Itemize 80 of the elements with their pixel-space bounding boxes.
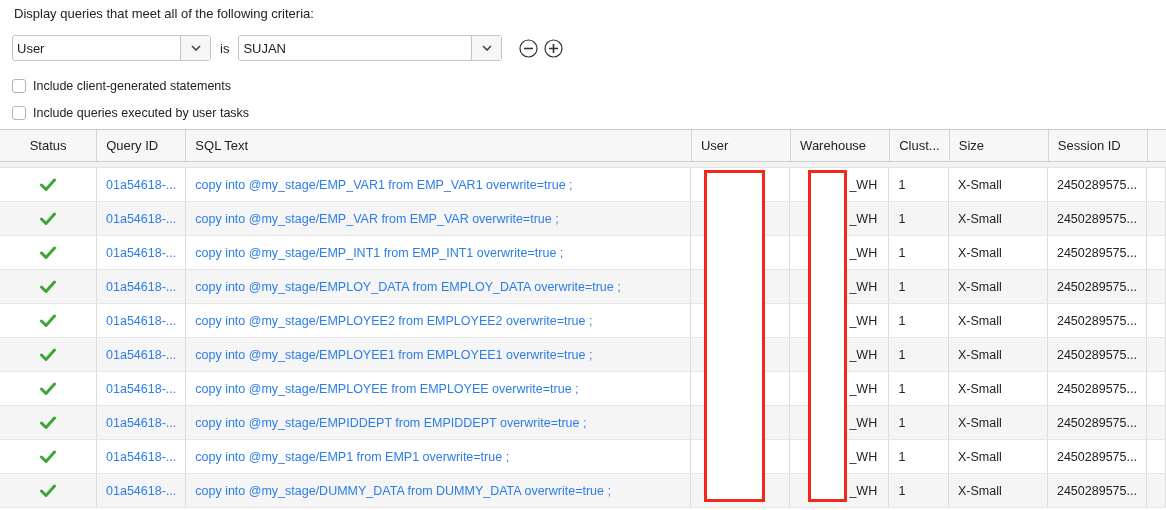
checkbox-label: Include queries executed by user tasks xyxy=(33,105,250,120)
query-id-link[interactable]: 01a54618-... xyxy=(106,381,177,396)
sql-text-link[interactable]: copy into @my_stage/EMP_VAR from EMP_VAR overwrite=true ; xyxy=(195,211,559,226)
table-cell: 2450289575... xyxy=(1056,245,1137,260)
table-cell: 1 xyxy=(898,415,906,430)
sql-text-link[interactable]: copy into @my_stage/EMPLOYEE2 from EMPLOYEE2 overwrite=true ; xyxy=(195,313,593,328)
query-id-link[interactable]: 01a54618-... xyxy=(106,415,177,430)
column-header[interactable]: Warehouse xyxy=(791,130,891,161)
table-cell: 1 xyxy=(898,449,906,464)
query-id-link[interactable]: 01a54618-... xyxy=(106,347,177,362)
checkbox[interactable] xyxy=(12,78,26,93)
criteria-heading: Display queries that meet all of the following criteria: xyxy=(14,6,315,23)
table-cell: 2450289575... xyxy=(1056,347,1137,362)
table-cell: 1 xyxy=(898,347,906,362)
table-cell: X-Small xyxy=(957,177,1002,192)
table-cell: 2450289575... xyxy=(1056,279,1137,294)
table-cell: 2450289575... xyxy=(1056,415,1137,430)
add-icon[interactable] xyxy=(544,38,564,58)
table-cell: 1 xyxy=(898,177,906,192)
table-cell: _WH xyxy=(849,381,878,396)
table-cell: 1 xyxy=(898,245,906,260)
table-cell: _WH xyxy=(849,449,878,464)
sql-text-link[interactable]: copy into @my_stage/EMP_INT1 from EMP_INT1 overwrite=true ; xyxy=(195,245,564,260)
table-cell: X-Small xyxy=(957,381,1002,396)
sql-text-link[interactable]: copy into @my_stage/EMPLOYEE1 from EMPLOYEE1 overwrite=true ; xyxy=(195,347,593,362)
operator-label: is xyxy=(220,40,230,56)
field-dropdown[interactable]: User xyxy=(12,35,211,61)
table-cell: 1 xyxy=(898,483,906,498)
table-cell: 1 xyxy=(898,279,906,294)
table-cell: X-Small xyxy=(957,245,1002,260)
chevron-down-icon xyxy=(190,45,201,51)
table-cell: _WH xyxy=(849,483,878,498)
table-cell: 2450289575... xyxy=(1056,483,1137,498)
query-id-link[interactable]: 01a54618-... xyxy=(106,313,177,328)
value-dropdown[interactable]: SUJAN xyxy=(238,35,503,61)
table-cell: _WH xyxy=(849,347,878,362)
table-cell: _WH xyxy=(849,415,878,430)
column-header[interactable]: SQL Text xyxy=(186,130,692,161)
checkbox-label: Include client-generated statements xyxy=(33,78,232,93)
column-header[interactable]: Session ID xyxy=(1048,130,1148,161)
sql-text-link[interactable]: copy into @my_stage/EMP_VAR1 from EMP_VAR1 overwrite=true ; xyxy=(195,177,573,192)
table-cell: X-Small xyxy=(957,313,1002,328)
table-cell: X-Small xyxy=(957,211,1002,226)
column-header[interactable]: User xyxy=(692,130,792,161)
table-cell: 1 xyxy=(898,381,906,396)
query-id-link[interactable]: 01a54618-... xyxy=(106,245,177,260)
table-cell: 2450289575... xyxy=(1056,381,1137,396)
column-header[interactable]: Clust... xyxy=(890,130,950,161)
table-cell: X-Small xyxy=(957,449,1002,464)
sql-text-link[interactable]: copy into @my_stage/EMPIDDEPT from EMPIDDEPT overwrite=true ; xyxy=(195,415,587,430)
query-id-link[interactable]: 01a54618-... xyxy=(106,483,177,498)
table-cell: X-Small xyxy=(957,483,1002,498)
remove-icon[interactable] xyxy=(519,38,539,58)
table-cell: _WH xyxy=(849,211,878,226)
table-cell: X-Small xyxy=(957,347,1002,362)
table-cell: _WH xyxy=(849,245,878,260)
chevron-down-icon xyxy=(481,45,492,51)
column-header[interactable]: Status xyxy=(0,130,98,161)
table-cell: 2450289575... xyxy=(1056,449,1137,464)
sql-text-link[interactable]: copy into @my_stage/EMPLOYEE from EMPLOYEE overwrite=true ; xyxy=(195,381,579,396)
table-cell: 1 xyxy=(898,211,906,226)
column-header[interactable]: Size xyxy=(949,130,1049,161)
table-cell: _WH xyxy=(849,279,878,294)
query-id-link[interactable]: 01a54618-... xyxy=(106,279,177,294)
query-id-link[interactable]: 01a54618-... xyxy=(106,449,177,464)
table-cell: X-Small xyxy=(957,279,1002,294)
sql-text-link[interactable]: copy into @my_stage/DUMMY_DATA from DUMMY_DATA overwrite=true ; xyxy=(195,483,611,498)
checkbox[interactable] xyxy=(12,105,26,120)
query-id-link[interactable]: 01a54618-... xyxy=(106,211,177,226)
table-cell: 1 xyxy=(898,313,906,328)
table-cell: _WH xyxy=(849,313,878,328)
query-id-link[interactable]: 01a54618-... xyxy=(106,177,177,192)
table-cell: 2450289575... xyxy=(1056,313,1137,328)
table-cell: 2450289575... xyxy=(1056,177,1137,192)
table-cell: 2450289575... xyxy=(1056,211,1137,226)
sql-text-link[interactable]: copy into @my_stage/EMPLOY_DATA from EMPLOY_DATA overwrite=true ; xyxy=(195,279,621,294)
sql-text-link[interactable]: copy into @my_stage/EMP1 from EMP1 overwrite=true ; xyxy=(195,449,510,464)
table-cell: X-Small xyxy=(957,415,1002,430)
column-header[interactable]: Query ID xyxy=(97,130,187,161)
table-cell: _WH xyxy=(849,177,878,192)
